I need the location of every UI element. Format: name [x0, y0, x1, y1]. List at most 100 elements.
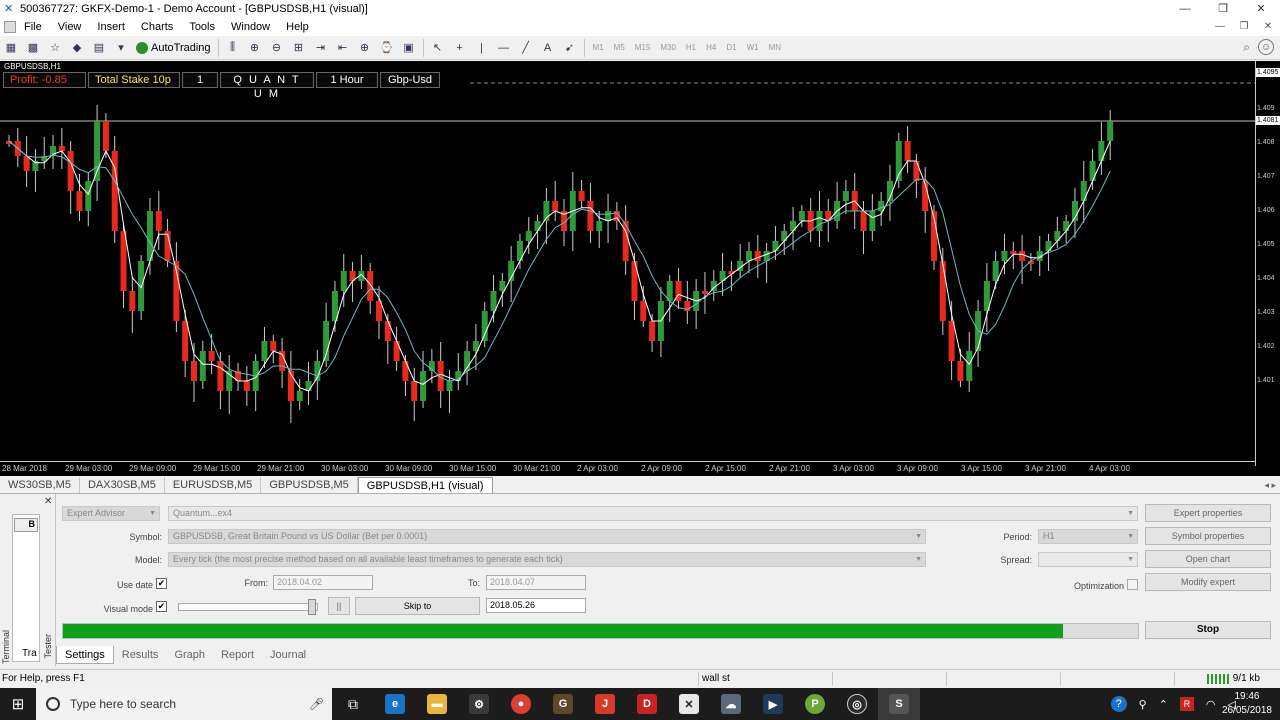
timeframe-m15[interactable]: M15: [630, 43, 656, 52]
globe-app-icon[interactable]: ◎: [836, 688, 878, 720]
vertical-line-icon[interactable]: |: [472, 38, 492, 58]
close-button[interactable]: ✕: [1242, 0, 1280, 18]
tab-settings[interactable]: Settings: [56, 646, 114, 664]
windows-start-icon[interactable]: ⊞: [0, 688, 36, 720]
market-watch-icon[interactable]: ☆: [45, 38, 65, 58]
tab-graph[interactable]: Graph: [166, 646, 213, 664]
tab-eurusdsb[interactable]: EURUSDSB,M5: [165, 477, 262, 493]
text-icon[interactable]: A: [538, 38, 558, 58]
microphone-icon[interactable]: 🎤︎: [309, 697, 324, 711]
stop-button[interactable]: Stop: [1145, 621, 1271, 639]
task-view-icon[interactable]: ⧉: [332, 688, 374, 720]
tray-expand-icon[interactable]: ⌃: [1159, 698, 1168, 711]
tester-side-label[interactable]: Tester: [43, 634, 55, 659]
profiles-icon[interactable]: ▩: [23, 38, 43, 58]
menu-file[interactable]: File: [16, 18, 50, 36]
user-icon[interactable]: ☺: [1258, 39, 1274, 55]
chart-close-button[interactable]: ✕: [1256, 18, 1280, 36]
timeframe-w1[interactable]: W1: [742, 43, 764, 52]
navigator-icon[interactable]: ◆: [67, 38, 87, 58]
people-icon[interactable]: ⚲: [1139, 698, 1147, 711]
d-app-icon[interactable]: D: [626, 688, 668, 720]
taskbar-clock[interactable]: 19:46 26/05/2018: [1222, 690, 1272, 718]
tab-scroll-arrows[interactable]: ◂ ▸: [1264, 477, 1276, 494]
use-date-checkbox[interactable]: ✔: [156, 578, 167, 589]
trade-tab-label[interactable]: Tra: [22, 648, 37, 659]
indicators-icon[interactable]: ⊕: [355, 38, 375, 58]
j-app-icon[interactable]: J: [584, 688, 626, 720]
menu-insert[interactable]: Insert: [89, 18, 133, 36]
visual-mode-checkbox[interactable]: ✔: [156, 601, 167, 612]
menu-view[interactable]: View: [50, 18, 90, 36]
tab-dax30sb[interactable]: DAX30SB,M5: [80, 477, 165, 493]
symbol-properties-button[interactable]: Symbol properties: [1145, 527, 1271, 545]
timeframe-m1[interactable]: M1: [588, 43, 609, 52]
new-order-icon[interactable]: ▾: [111, 38, 131, 58]
search-icon[interactable]: ⌕: [1243, 40, 1250, 55]
autoscroll-icon[interactable]: ⇥: [311, 38, 331, 58]
new-chart-icon[interactable]: ▦: [1, 38, 21, 58]
zoom-in-icon[interactable]: ⊕: [245, 38, 265, 58]
p-app-icon[interactable]: P: [794, 688, 836, 720]
chrome-icon[interactable]: ●: [500, 688, 542, 720]
g-app-icon[interactable]: G: [542, 688, 584, 720]
test-type-select[interactable]: Expert Advisor ▼: [62, 506, 160, 521]
modify-expert-button[interactable]: Modify expert: [1145, 573, 1271, 591]
shapes-icon[interactable]: ➹: [560, 38, 580, 58]
chart-restore-button[interactable]: ❐: [1232, 18, 1256, 36]
horizontal-line-icon[interactable]: —: [494, 38, 514, 58]
templates-icon[interactable]: ▣: [399, 38, 419, 58]
menu-tools[interactable]: Tools: [181, 18, 223, 36]
skip-date-field[interactable]: 2018.05.26: [486, 598, 586, 613]
menu-charts[interactable]: Charts: [133, 18, 181, 36]
symbol-select[interactable]: GBPUSDSB, Great Britain Pound vs US Doll…: [168, 529, 926, 544]
timeframe-h4[interactable]: H4: [701, 43, 721, 52]
bar-chart-icon[interactable]: ⫼: [223, 38, 243, 58]
file-explorer-icon[interactable]: ▬: [416, 688, 458, 720]
media-app-icon[interactable]: ▶: [752, 688, 794, 720]
tab-gbpusdsb-h1-visual[interactable]: GBPUSDSB,H1 (visual): [357, 477, 493, 493]
timeframe-d1[interactable]: D1: [721, 43, 741, 52]
autotrading-button[interactable]: AutoTrading: [132, 38, 215, 58]
timeframe-m5[interactable]: M5: [609, 43, 630, 52]
terminal-side-label[interactable]: Terminal: [1, 594, 13, 664]
help-tray-icon[interactable]: ?: [1110, 696, 1127, 712]
model-select[interactable]: Every tick (the most precise method base…: [168, 552, 926, 567]
from-date-field[interactable]: 2018.04.02: [273, 575, 373, 590]
wifi-icon[interactable]: ◠: [1206, 698, 1216, 711]
periods-icon[interactable]: ⌚: [377, 38, 397, 58]
close-tester-icon[interactable]: ✕: [44, 496, 52, 507]
speed-slider-thumb[interactable]: [308, 599, 316, 615]
optimization-checkbox[interactable]: [1127, 579, 1138, 590]
spread-select[interactable]: ▼: [1038, 552, 1138, 567]
minimize-button[interactable]: —: [1166, 0, 1204, 18]
price-chart[interactable]: GBPUSDSB,H1 Profit: -0.85 Total Stake 10…: [0, 61, 1280, 476]
terminal-icon[interactable]: ▤: [89, 38, 109, 58]
connection-status[interactable]: 9/1 kb: [1206, 673, 1260, 684]
pause-button[interactable]: ||: [328, 597, 350, 615]
tab-report[interactable]: Report: [213, 646, 262, 664]
settings-icon[interactable]: ⚙: [458, 688, 500, 720]
tab-ws30sb[interactable]: WS30SB,M5: [0, 477, 80, 493]
trendline-icon[interactable]: ╱: [516, 38, 536, 58]
menu-help[interactable]: Help: [278, 18, 317, 36]
tile-icon[interactable]: ⊞: [289, 38, 309, 58]
edge-icon[interactable]: e: [374, 688, 416, 720]
restore-button[interactable]: ❐: [1204, 0, 1242, 18]
chart-minimize-button[interactable]: —: [1208, 18, 1232, 36]
zoom-out-icon[interactable]: ⊖: [267, 38, 287, 58]
taskbar-search[interactable]: Type here to search 🎤︎: [36, 688, 332, 720]
crosshair-icon[interactable]: +: [450, 38, 470, 58]
skip-to-button[interactable]: Skip to: [355, 597, 480, 615]
tab-gbpusdsb-m5[interactable]: GBPUSDSB,M5: [261, 477, 358, 493]
chart-shift-icon[interactable]: ⇤: [333, 38, 353, 58]
s-app-icon[interactable]: S: [878, 688, 920, 720]
timeframe-m30[interactable]: M30: [655, 43, 681, 52]
cloud-app-icon[interactable]: ☁: [710, 688, 752, 720]
timeframe-h1[interactable]: H1: [681, 43, 701, 52]
open-chart-button[interactable]: Open chart: [1145, 550, 1271, 568]
menu-window[interactable]: Window: [223, 18, 278, 36]
x-app-icon[interactable]: ✕: [668, 688, 710, 720]
cursor-icon[interactable]: ↖: [428, 38, 448, 58]
expert-select[interactable]: Quantum...ex4 ▼: [168, 506, 1138, 521]
